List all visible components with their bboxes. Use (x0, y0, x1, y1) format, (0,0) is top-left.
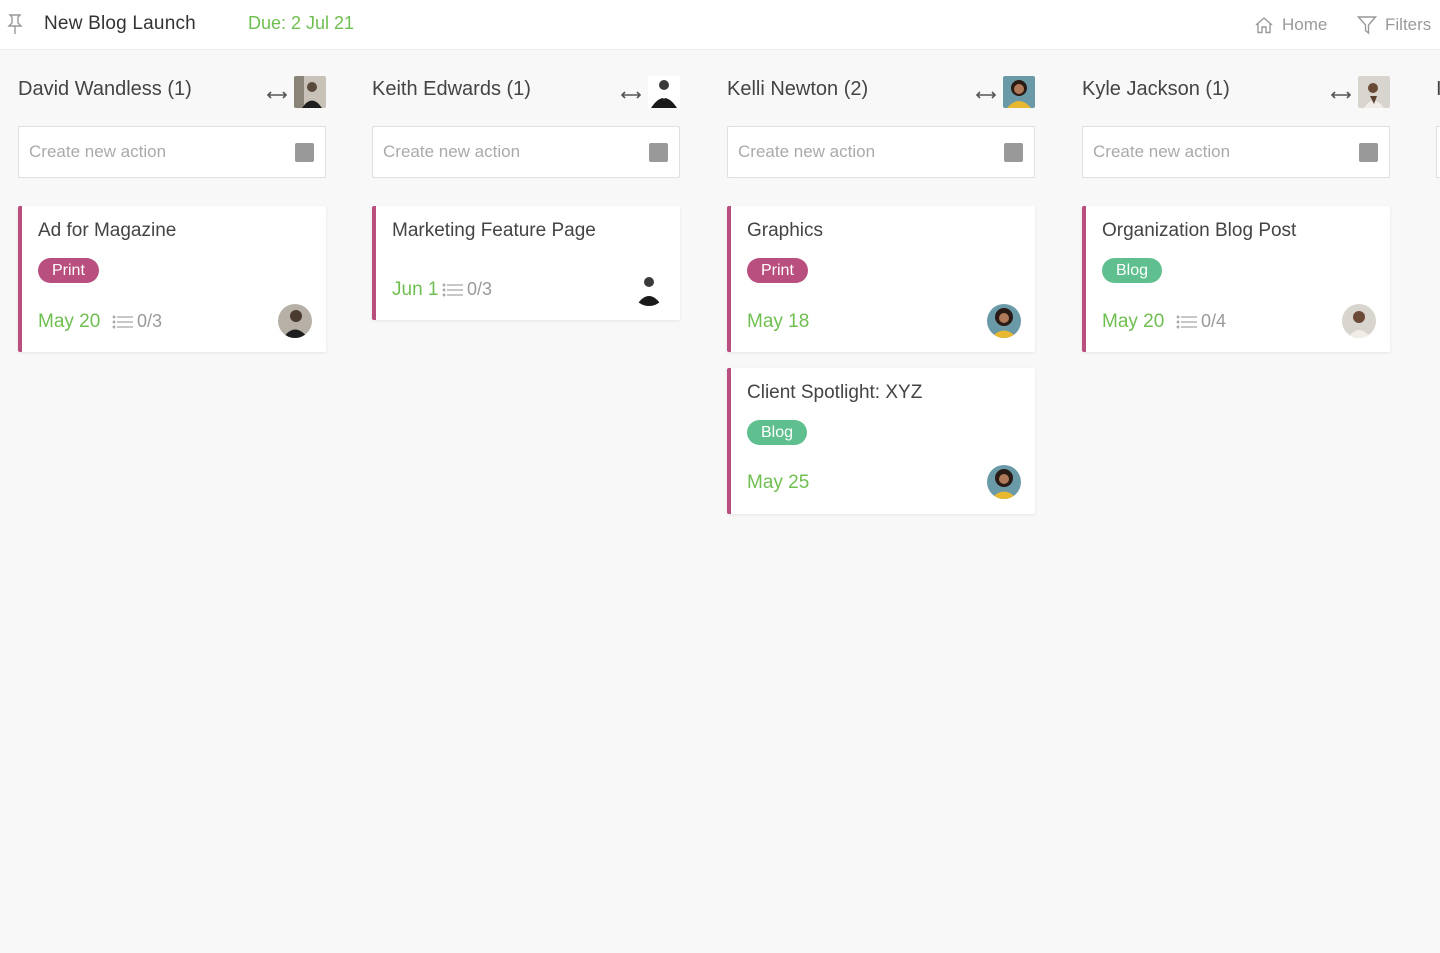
checklist-count: 0/3 (442, 279, 492, 300)
filters-label: Filters (1385, 15, 1432, 34)
card-title: Client Spotlight: XYZ (747, 382, 923, 403)
card-due-date: May 25 (747, 472, 810, 493)
column-kelli-newton: Kelli Newton (2) Graphics Print May 18 C… (727, 70, 1037, 514)
create-action-input[interactable] (738, 140, 988, 164)
create-action-button[interactable] (1359, 143, 1378, 162)
tag-print: Print (747, 258, 808, 283)
home-button[interactable]: Home (1254, 14, 1327, 36)
card-due-date: Jun 1 (392, 279, 439, 300)
create-action-input[interactable] (1093, 140, 1343, 164)
card-title: Organization Blog Post (1102, 220, 1297, 241)
swap-arrows-icon[interactable] (1330, 89, 1352, 101)
action-card[interactable]: Marketing Feature Page Jun 1 0/3 (372, 206, 680, 320)
next-column-create-box[interactable] (1436, 126, 1440, 178)
column-name: Kelli Newton (2) (727, 78, 869, 100)
card-avatar[interactable] (987, 465, 1021, 499)
pin-icon[interactable] (5, 13, 25, 35)
create-action-button[interactable] (1004, 143, 1023, 162)
top-bar: New Blog Launch Due: 2 Jul 21 Home Filte… (0, 0, 1440, 50)
create-action-box (372, 126, 680, 178)
swap-arrows-icon[interactable] (266, 89, 288, 101)
avatar[interactable] (1358, 76, 1390, 108)
create-action-box (727, 126, 1035, 178)
avatar[interactable] (1003, 76, 1035, 108)
card-avatar[interactable] (1342, 304, 1376, 338)
checklist-icon (1176, 315, 1197, 328)
avatar[interactable] (648, 76, 680, 108)
filter-icon (1357, 16, 1377, 35)
column-keith-edwards: Keith Edwards (1) Marketing Feature Page… (372, 70, 682, 320)
column-name: Kyle Jackson (1) (1082, 78, 1230, 100)
card-avatar[interactable] (632, 272, 666, 306)
filters-button[interactable]: Filters (1357, 14, 1431, 36)
card-due-date: May 18 (747, 311, 810, 332)
swap-arrows-icon[interactable] (620, 89, 642, 101)
card-avatar[interactable] (278, 304, 312, 338)
checklist-count: 0/4 (1176, 311, 1226, 332)
create-action-input[interactable] (383, 140, 633, 164)
card-due-date: May 20 (38, 311, 101, 332)
next-column-name: I (1436, 78, 1440, 100)
checklist-icon (442, 283, 463, 296)
checklist-count: 0/3 (112, 311, 162, 332)
tag-blog: Blog (747, 420, 808, 445)
column-david-wandless: David Wandless (1) Ad for Magazine Print… (18, 70, 328, 352)
create-action-box (18, 126, 326, 178)
swap-arrows-icon[interactable] (975, 89, 997, 101)
action-card[interactable]: Ad for Magazine Print May 20 0/3 (18, 206, 326, 352)
avatar[interactable] (294, 76, 326, 108)
project-title: New Blog Launch (44, 13, 196, 34)
tag-print: Print (38, 258, 99, 283)
create-action-input[interactable] (29, 140, 279, 164)
home-icon (1255, 17, 1273, 34)
action-card[interactable]: Client Spotlight: XYZ Blog May 25 (727, 368, 1035, 514)
column-name: David Wandless (1) (18, 78, 192, 100)
due-date: Due: 2 Jul 21 (248, 13, 355, 33)
card-due-date: May 20 (1102, 311, 1165, 332)
card-title: Graphics (747, 220, 824, 241)
action-card[interactable]: Graphics Print May 18 (727, 206, 1035, 352)
column-name: Keith Edwards (1) (372, 78, 531, 100)
card-title: Ad for Magazine (38, 220, 177, 241)
create-action-box (1082, 126, 1390, 178)
column-kyle-jackson: Kyle Jackson (1) Organization Blog Post … (1082, 70, 1392, 352)
action-card[interactable]: Organization Blog Post Blog May 20 0/4 (1082, 206, 1390, 352)
checklist-icon (112, 315, 133, 328)
column-header: Kelli Newton (2) (727, 70, 1037, 112)
create-action-button[interactable] (649, 143, 668, 162)
column-header: Kyle Jackson (1) (1082, 70, 1392, 112)
column-header: David Wandless (1) (18, 70, 328, 112)
create-action-button[interactable] (295, 143, 314, 162)
card-avatar[interactable] (987, 304, 1021, 338)
column-header: Keith Edwards (1) (372, 70, 682, 112)
card-title: Marketing Feature Page (392, 220, 596, 241)
tag-blog: Blog (1102, 258, 1163, 283)
home-label: Home (1282, 15, 1328, 34)
